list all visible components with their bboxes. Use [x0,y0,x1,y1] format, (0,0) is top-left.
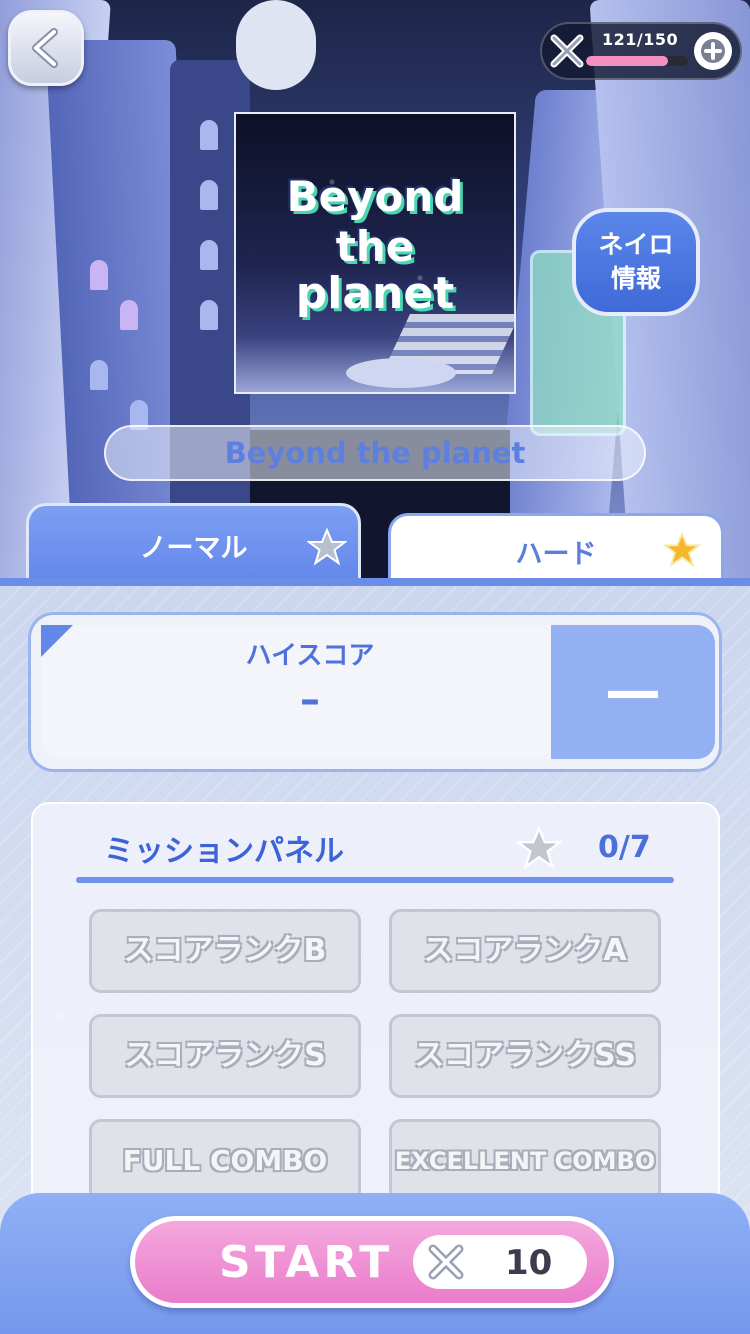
add-stamina-button[interactable] [694,32,732,70]
neiro-info-button[interactable]: ネイロ 情報 [572,208,700,316]
fork-knife-icon [550,34,584,68]
stamina-cost-value: 10 [505,1243,553,1283]
mission-item[interactable]: スコアランクB [89,909,361,993]
mission-item[interactable]: スコアランクSS [389,1014,661,1098]
plus-icon [701,39,725,63]
song-title: Beyond the planet [104,425,646,481]
song-jacket-artwork: Beyond the planet [234,112,516,394]
mission-item[interactable]: EXCELLENT COMBO [389,1119,661,1203]
fork-knife-icon [428,1244,464,1280]
stamina-bar [586,56,688,66]
back-arrow-icon [32,28,58,68]
stamina-bar-fill [586,56,669,66]
jacket-title-line-3: planet [295,268,455,319]
mission-item[interactable]: スコアランクS [89,1014,361,1098]
start-label: START [219,1237,394,1288]
star-icon [307,528,347,566]
info-button-line-1: ネイロ [598,230,674,259]
star-icon [516,826,562,870]
highscore-panel: — ハイスコア – [28,612,722,772]
highscore-label: ハイスコア [245,641,375,671]
start-button[interactable]: START 10 [130,1216,614,1308]
mission-count: 0/7 [598,830,651,865]
stamina-text: 121/150 [602,30,679,49]
star-icon [663,532,701,568]
highscore-value: – [300,677,320,723]
mission-item[interactable]: FULL COMBO [89,1119,361,1203]
jacket-title-line-1: Beyond [286,172,464,221]
tab-hard[interactable]: ハード [388,513,724,583]
stamina-cost: 10 [413,1235,587,1289]
mission-panel-divider [76,877,674,883]
tab-underline [0,578,750,586]
jacket-title-line-2: the [335,222,415,271]
mission-item[interactable]: スコアランクA [389,909,661,993]
info-button-line-2: 情報 [610,264,661,293]
stamina-indicator: 121/150 [540,22,742,80]
mission-panel-title: ミッションパネル [104,834,344,869]
back-button[interactable] [8,10,84,86]
tab-normal[interactable]: ノーマル [26,503,361,583]
